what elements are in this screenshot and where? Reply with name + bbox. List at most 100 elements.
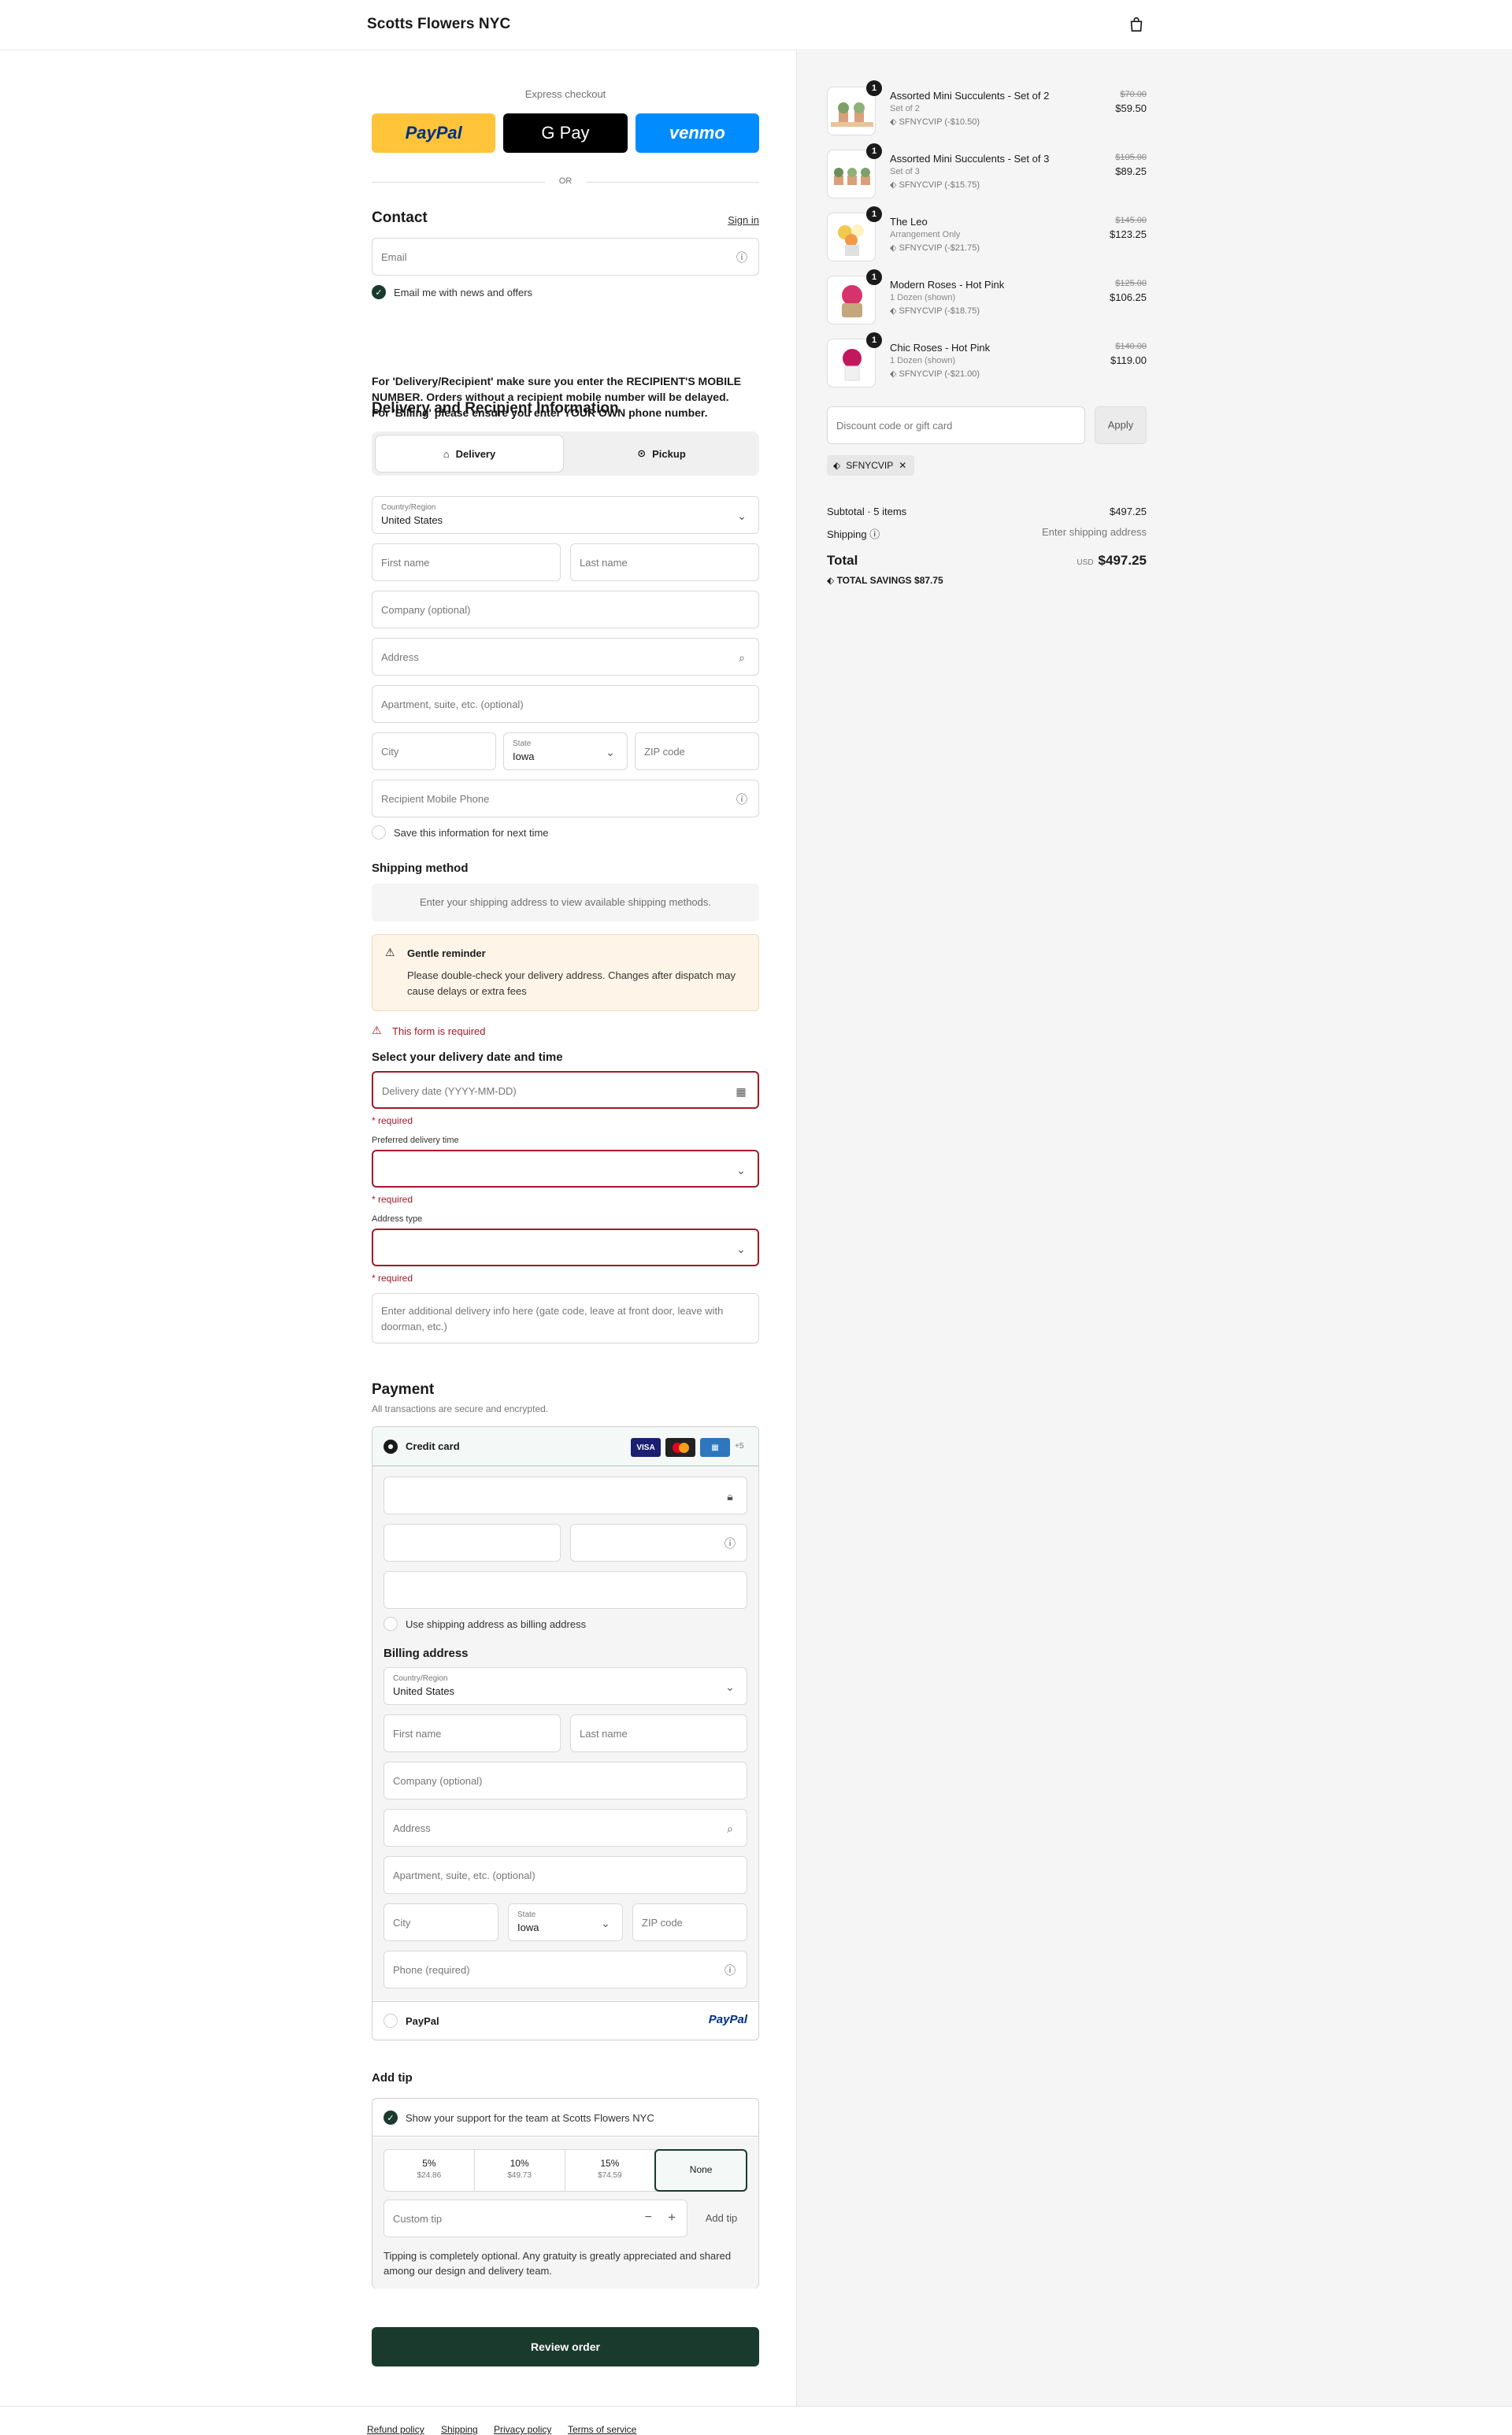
security-code-field[interactable]: ⓘ (570, 1524, 747, 1562)
tip-option-10[interactable]: 10% $49.73 (475, 2150, 565, 2191)
discount-line: ⬖ SFNYCVIP (-$21.75) (890, 243, 980, 253)
country-select[interactable]: Country/Region United States ⌄ (372, 496, 759, 534)
terms-of-service-link[interactable]: Terms of service (568, 2424, 636, 2435)
express-checkout-buttons: PayPal G Pay venmo (372, 113, 759, 153)
date-required: * required (372, 1115, 413, 1126)
billing-country-select[interactable]: Country/Region United States ⌄ (384, 1667, 747, 1705)
city-field[interactable]: City (372, 732, 496, 770)
payment-methods: Credit card VISA ▦ +5 🔒︎ ⓘ Use shipping … (372, 1426, 759, 2040)
expiry-field[interactable] (384, 1524, 561, 1562)
use-shipping-checkbox[interactable] (384, 1617, 398, 1631)
order-item: 1 Assorted Mini Succulents - Set of 3 Se… (827, 143, 1147, 202)
review-order-button[interactable]: Review order (372, 2327, 759, 2366)
tag-icon: ⬖ (890, 243, 899, 253)
chevron-down-icon: ⌄ (606, 746, 615, 758)
minus-icon[interactable]: − (645, 2211, 652, 2225)
paypal-radio[interactable] (384, 2014, 398, 2028)
delivery-time-select[interactable]: ⌄ (372, 1150, 759, 1188)
address-field[interactable]: Address ⌕ (372, 638, 759, 676)
billing-apartment-field[interactable]: Apartment, suite, etc. (optional) (384, 1856, 747, 1894)
tag-icon: ⬖ (890, 306, 899, 316)
privacy-policy-link[interactable]: Privacy policy (494, 2424, 551, 2435)
tip-support-row[interactable]: ✓ Show your support for the team at Scot… (372, 2099, 758, 2137)
billing-address-field[interactable]: Address ⌕ (384, 1809, 747, 1847)
sign-in-link[interactable]: Sign in (728, 214, 759, 226)
gpay-express-button[interactable]: G Pay (503, 113, 628, 153)
more-cards: +5 (735, 1442, 744, 1451)
last-name-field[interactable]: Last name (570, 543, 759, 581)
company-field[interactable]: Company (optional) (372, 591, 759, 628)
zip-field[interactable]: ZIP code (635, 732, 759, 770)
custom-tip-field[interactable]: Custom tip − + (384, 2200, 687, 2237)
paypal-option[interactable]: PayPal PayPal (372, 2001, 758, 2040)
delivery-notes-field[interactable]: Enter additional delivery info here (gat… (372, 1293, 759, 1344)
contact-title: Contact (372, 209, 428, 226)
save-info-checkbox[interactable] (372, 825, 386, 839)
add-tip-button[interactable]: Add tip (695, 2200, 747, 2237)
visa-icon: VISA (631, 1438, 661, 1457)
chevron-down-icon: ⌄ (601, 1917, 610, 1929)
brand-logo[interactable]: Scotts Flowers NYC (367, 16, 510, 33)
recipient-phone-field[interactable]: Recipient Mobile Phone ⓘ (372, 780, 759, 817)
delivery-date-field[interactable]: Delivery date (YYYY-MM-DD) ▦ (372, 1071, 759, 1109)
credit-card-radio[interactable] (384, 1440, 398, 1454)
credit-card-option[interactable]: Credit card VISA ▦ +5 (372, 1427, 758, 1466)
billing-city-field[interactable]: City (384, 1903, 498, 1941)
tag-icon: ⬖ (833, 460, 841, 471)
billing-phone-field[interactable]: Phone (required) ⓘ (384, 1951, 747, 1988)
paypal-express-button[interactable]: PayPal (372, 113, 496, 153)
tip-option-none[interactable]: None (654, 2149, 747, 2192)
chevron-down-icon: ⌄ (736, 1243, 746, 1255)
billing-state-select[interactable]: State Iowa ⌄ (508, 1903, 623, 1941)
email-field[interactable]: Email ⓘ (372, 238, 759, 276)
credit-card-form: 🔒︎ ⓘ Use shipping address as billing add… (372, 1467, 758, 2000)
calendar-icon[interactable]: ▦ (734, 1084, 748, 1099)
total-row: Total USD $497.25 (827, 553, 1147, 568)
shopping-bag-icon[interactable] (1128, 16, 1145, 33)
delivery-schedule-title: Select your delivery date and time (372, 1051, 563, 1064)
billing-first-name-field[interactable]: First name (384, 1714, 561, 1752)
add-tip-title: Add tip (372, 2071, 413, 2085)
form-required-error: This form is required (392, 1025, 486, 1037)
location-pin-icon: ⊙ (637, 447, 647, 459)
tag-icon: ⬖ (890, 117, 899, 127)
help-icon[interactable]: ⓘ (735, 250, 749, 265)
amex-icon: ▦ (700, 1438, 730, 1457)
apply-button[interactable]: Apply (1095, 406, 1147, 444)
billing-company-field[interactable]: Company (optional) (384, 1762, 747, 1799)
quantity-badge: 1 (866, 80, 882, 96)
close-icon[interactable]: ✕ (899, 460, 906, 471)
tab-delivery[interactable]: ⌂ Delivery (375, 435, 564, 473)
card-number-field[interactable]: 🔒︎ (384, 1477, 747, 1514)
name-on-card-field[interactable] (384, 1571, 747, 1609)
order-item: 1 Assorted Mini Succulents - Set of 2 Se… (827, 80, 1147, 139)
newsletter-checkbox[interactable]: ✓ (372, 285, 386, 299)
refund-policy-link[interactable]: Refund policy (367, 2424, 424, 2435)
tag-icon: ⬖ (827, 575, 837, 586)
billing-title: Billing address (384, 1647, 469, 1660)
tip-support-checkbox[interactable]: ✓ (384, 2111, 398, 2125)
address-type-select[interactable]: ⌄ (372, 1229, 759, 1266)
address-type-label: Address type (372, 1214, 423, 1224)
billing-last-name-field[interactable]: Last name (570, 1714, 747, 1752)
search-icon: ⌕ (727, 1822, 733, 1835)
discount-code-field[interactable]: Discount code or gift card (827, 406, 1085, 444)
tab-pickup[interactable]: ⊙ Pickup (567, 435, 756, 473)
plus-icon[interactable]: + (668, 2210, 676, 2226)
paypal-logo: PayPal (708, 2013, 747, 2026)
gentle-reminder-box: ⚠ Gentle reminder Please double-check yo… (372, 934, 759, 1011)
tip-option-15[interactable]: 15% $74.59 (565, 2150, 656, 2191)
first-name-field[interactable]: First name (372, 543, 561, 581)
help-icon[interactable]: ⓘ (723, 1963, 737, 1977)
billing-zip-field[interactable]: ZIP code (632, 1903, 747, 1941)
help-icon[interactable]: ⓘ (869, 528, 880, 540)
help-icon[interactable]: ⓘ (723, 1536, 737, 1551)
payment-title: Payment (372, 1381, 435, 1398)
venmo-express-button[interactable]: venmo (635, 113, 759, 153)
state-select[interactable]: State Iowa ⌄ (503, 732, 628, 770)
discount-line: ⬖ SFNYCVIP (-$15.75) (890, 180, 980, 190)
apartment-field[interactable]: Apartment, suite, etc. (optional) (372, 685, 759, 723)
shipping-link[interactable]: Shipping (441, 2424, 478, 2435)
tip-option-5[interactable]: 5% $24.86 (384, 2150, 475, 2191)
help-icon[interactable]: ⓘ (735, 792, 749, 806)
